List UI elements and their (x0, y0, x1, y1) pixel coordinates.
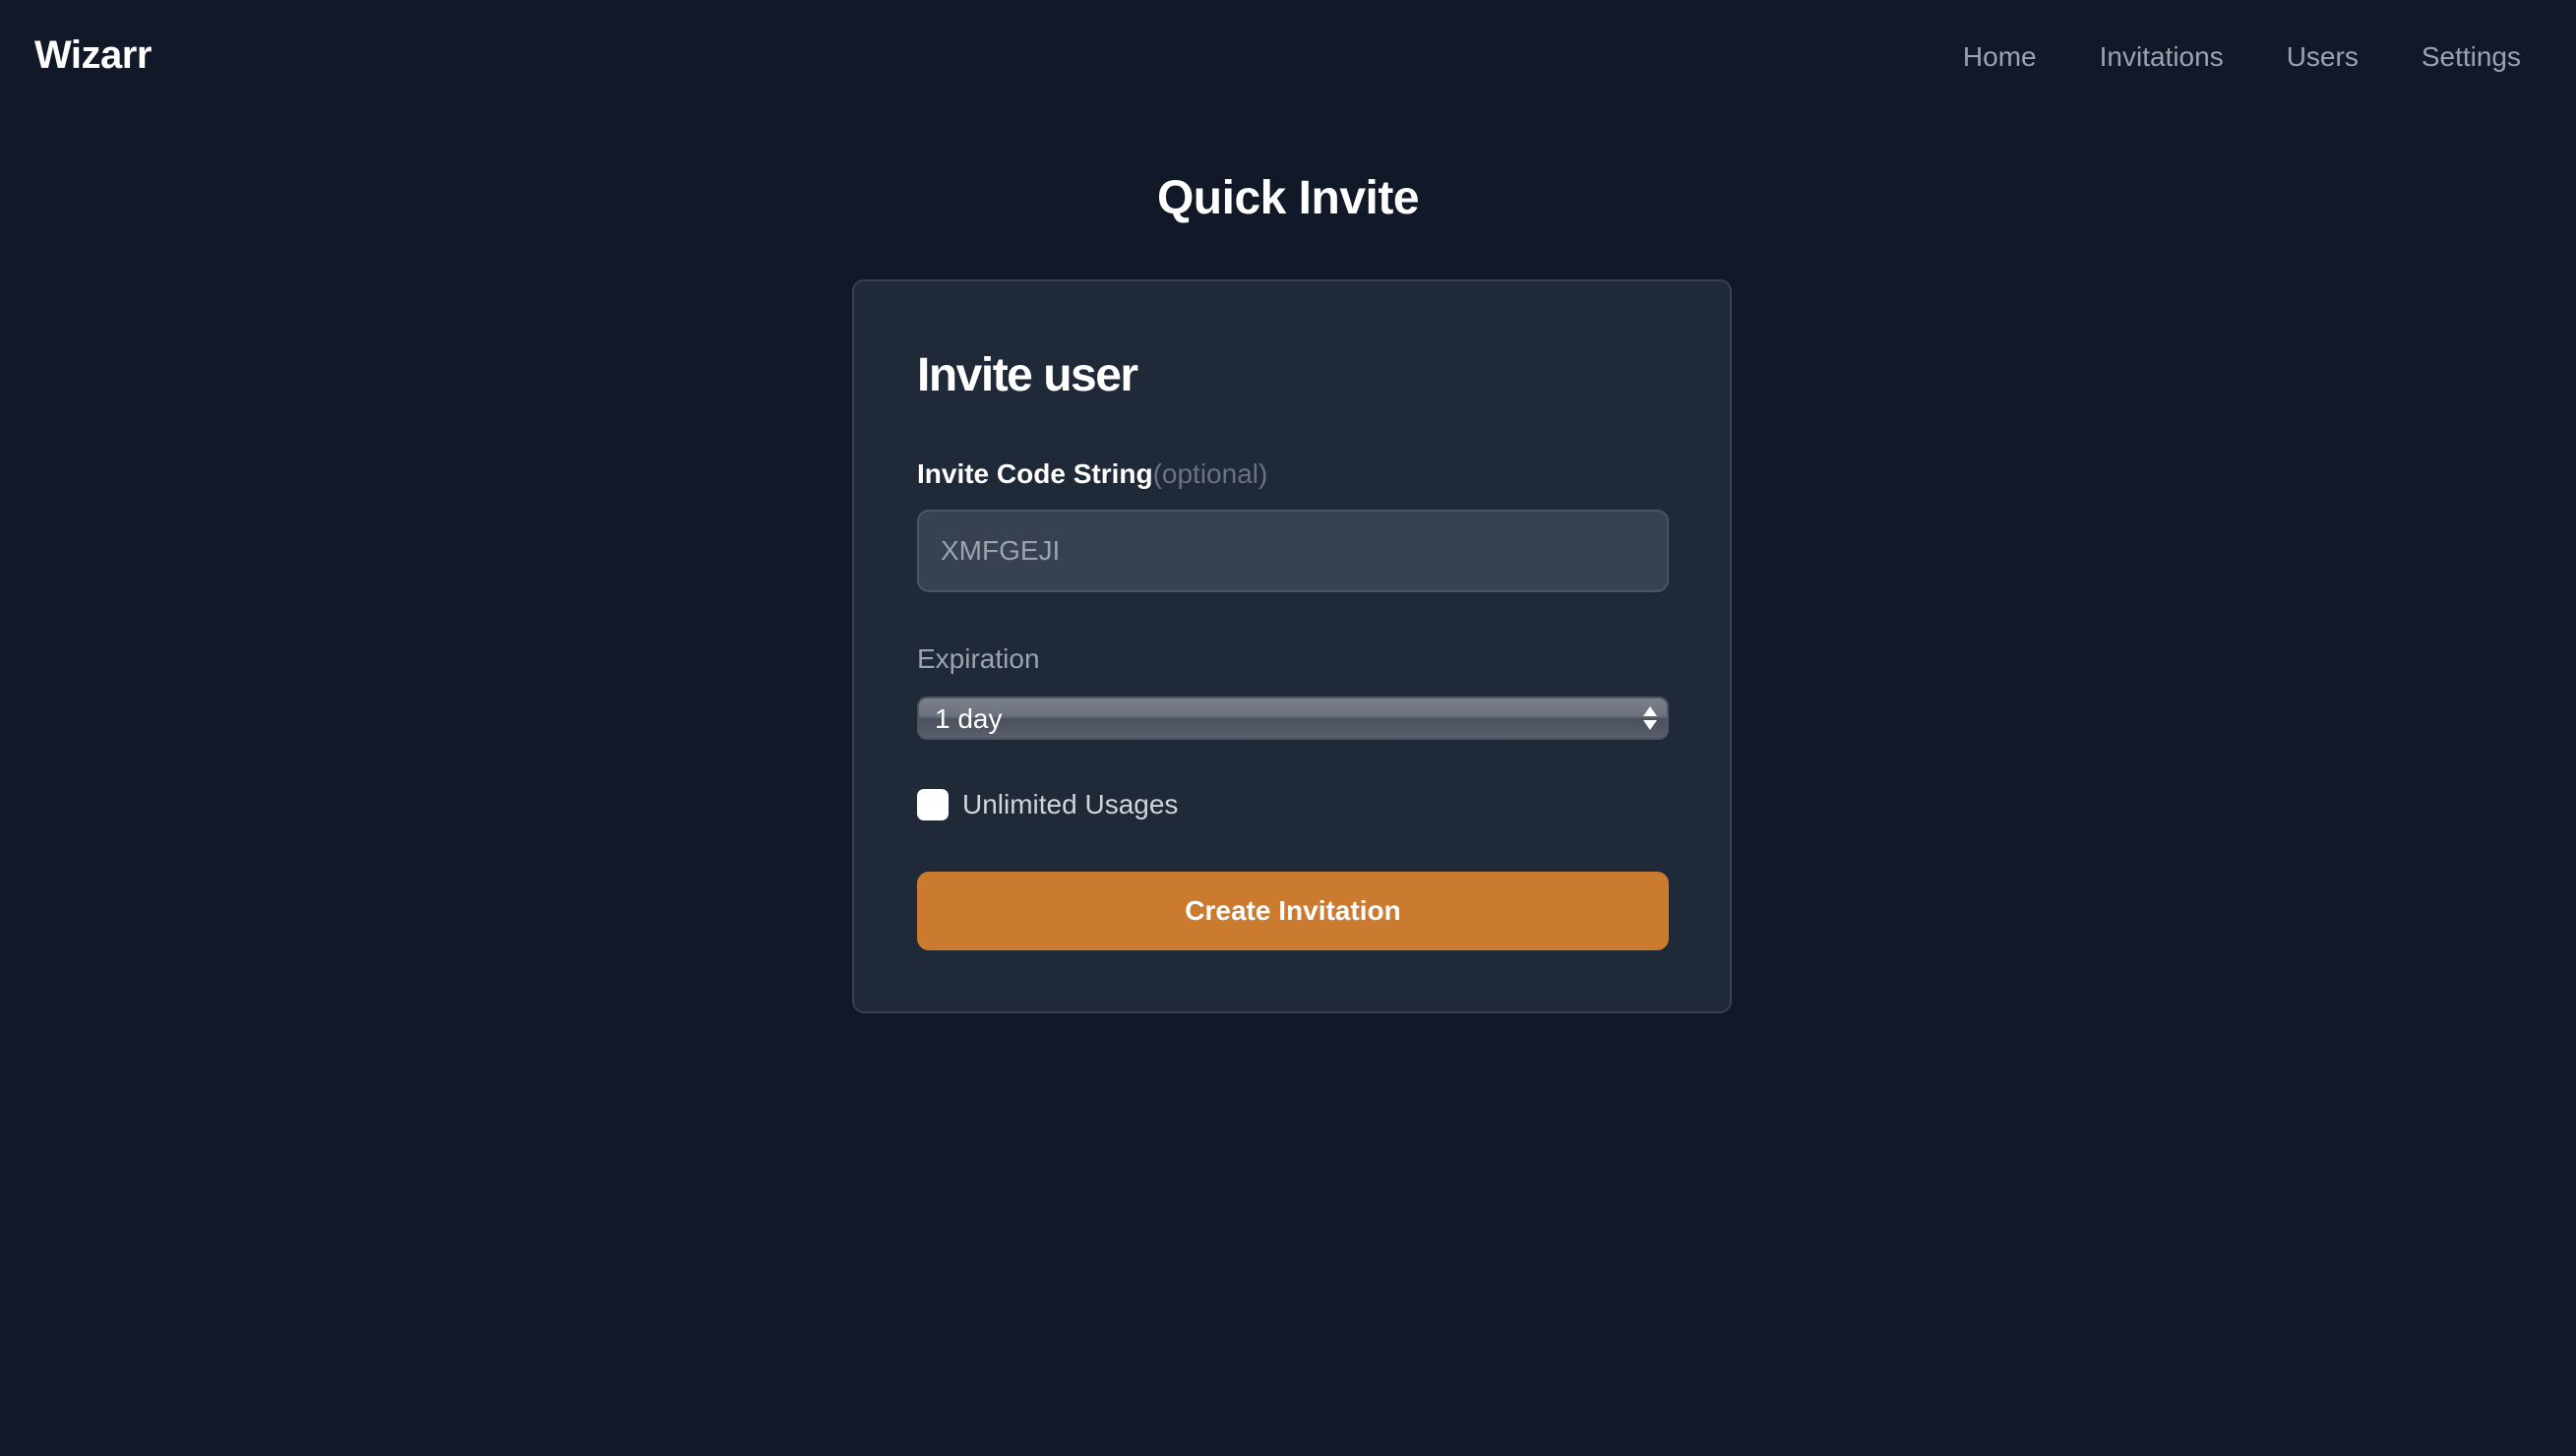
invite-card: Invite user Invite Code String(optional)… (852, 279, 1732, 1013)
nav-link-settings[interactable]: Settings (2422, 41, 2521, 73)
invite-code-input[interactable] (917, 510, 1669, 592)
unlimited-usages-label[interactable]: Unlimited Usages (962, 789, 1178, 820)
nav-links: Home Invitations Users Settings (1963, 41, 2521, 73)
page-title: Quick Invite (1156, 172, 1420, 224)
create-invitation-button[interactable]: Create Invitation (917, 872, 1669, 950)
nav-link-home[interactable]: Home (1963, 41, 2037, 73)
optional-hint: (optional) (1152, 458, 1268, 489)
navbar: Wizarr Home Invitations Users Settings (0, 0, 2576, 116)
nav-link-invitations[interactable]: Invitations (2100, 41, 2224, 73)
arrow-down-icon (1643, 720, 1657, 730)
nav-link-users[interactable]: Users (2287, 41, 2359, 73)
invite-code-label: Invite Code String(optional) (917, 458, 1267, 490)
card-title: Invite user (917, 349, 1138, 401)
select-updown-icon (1643, 702, 1657, 734)
expiration-label: Expiration (917, 643, 1040, 674)
invite-code-label-text: Invite Code String (917, 458, 1153, 489)
unlimited-usages-row: Unlimited Usages (917, 789, 1178, 820)
expiration-select[interactable]: 1 day (917, 697, 1669, 740)
unlimited-usages-checkbox[interactable] (917, 789, 949, 820)
brand-logo[interactable]: Wizarr (34, 33, 152, 78)
arrow-up-icon (1643, 706, 1657, 716)
expiration-selected-value: 1 day (935, 703, 1003, 734)
